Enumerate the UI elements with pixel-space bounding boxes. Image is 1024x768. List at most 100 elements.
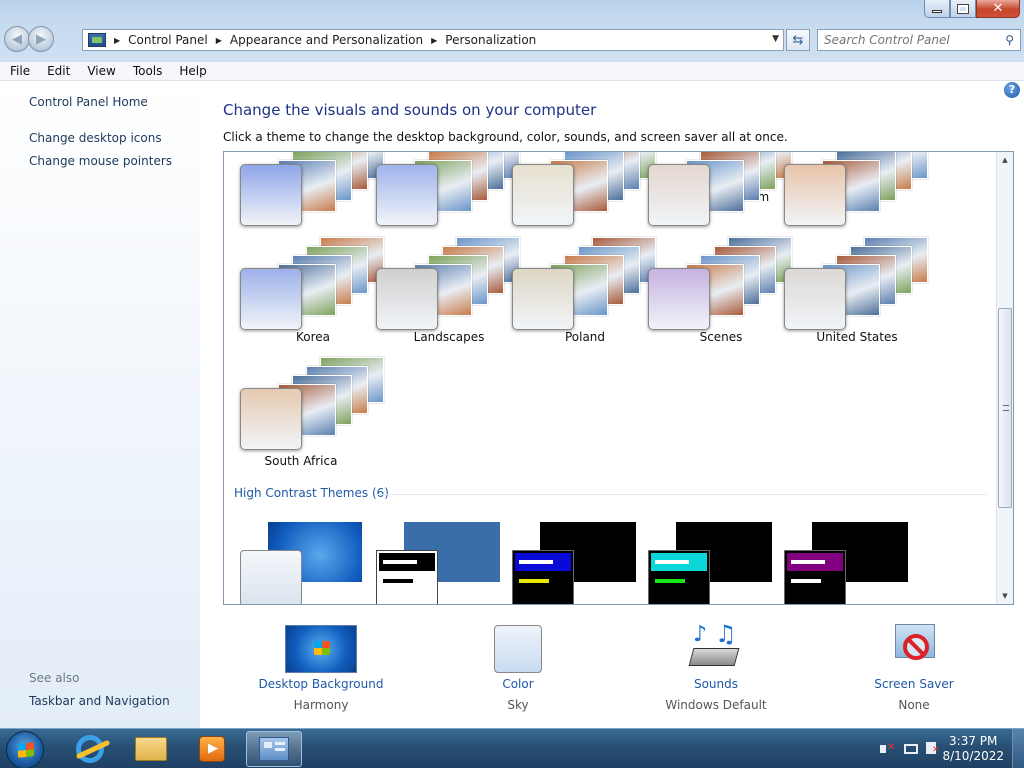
minimize-button[interactable] xyxy=(924,0,950,18)
screen-saver-link[interactable]: Screen Saver xyxy=(834,677,994,691)
breadcrumb-control-panel[interactable]: Control Panel xyxy=(128,33,208,47)
folder-icon xyxy=(135,737,167,761)
close-button[interactable]: ✕ xyxy=(976,0,1020,18)
theme-color-swatch xyxy=(376,164,438,226)
control-panel-icon xyxy=(259,737,289,761)
screen-saver-setting[interactable]: Screen Saver None xyxy=(834,622,994,712)
page-subtitle: Click a theme to change the desktop back… xyxy=(223,130,788,144)
color-value: Sky xyxy=(507,698,529,712)
theme-color-swatch xyxy=(648,268,710,330)
change-desktop-icons-link[interactable]: Change desktop icons xyxy=(29,131,162,145)
theme-tile[interactable]: United States xyxy=(784,236,928,356)
high-contrast-theme-1[interactable] xyxy=(512,522,636,604)
color-link[interactable]: Color xyxy=(438,677,598,691)
search-box[interactable]: ⚲ xyxy=(817,29,1021,51)
breadcrumb-separator-icon[interactable]: ▶ xyxy=(431,36,437,45)
address-dropdown-icon[interactable]: ▼ xyxy=(772,34,779,44)
theme-color-swatch xyxy=(240,388,302,450)
change-mouse-pointers-link[interactable]: Change mouse pointers xyxy=(29,154,172,168)
maximize-button[interactable] xyxy=(950,0,976,18)
screen-saver-icon xyxy=(889,622,939,673)
theme-label: Landscapes xyxy=(413,330,485,344)
scroll-grip-icon xyxy=(1003,405,1009,411)
theme-color-swatch xyxy=(512,268,574,330)
refresh-button[interactable]: ⇆ xyxy=(786,29,810,51)
theme-label: Scenes xyxy=(699,330,743,344)
system-tray: ✕ ✕ 3:37 PM 8/10/2022 xyxy=(864,729,1024,768)
navigation-buttons: ◀ ▶ xyxy=(4,26,54,52)
scroll-up-arrow-icon[interactable]: ▲ xyxy=(997,152,1013,168)
control-panel-home-link[interactable]: Control Panel Home xyxy=(29,95,148,109)
window-titlebar: ✕ ◀ ▶ ▶ Control Panel ▶ Appearance and P… xyxy=(0,0,1024,62)
theme-color-swatch xyxy=(648,164,710,226)
sounds-icon: ♪ ♫ xyxy=(688,620,743,673)
high-contrast-theme-2[interactable] xyxy=(376,522,500,604)
clock-time: 3:37 PM xyxy=(949,734,998,748)
taskbar-internet-explorer[interactable] xyxy=(62,731,118,767)
scroll-down-arrow-icon[interactable]: ▼ xyxy=(997,588,1013,604)
menu-view[interactable]: View xyxy=(77,64,122,78)
theme-tile[interactable]: Korea xyxy=(240,236,384,356)
theme-tile[interactable]: Landscapes xyxy=(376,236,520,356)
theme-tile[interactable]: Scenes xyxy=(648,236,792,356)
see-also-label: See also xyxy=(29,671,80,685)
desktop-background-setting[interactable]: Desktop Background Harmony xyxy=(241,622,401,712)
theme-label: Poland xyxy=(564,330,606,344)
window-controls: ✕ xyxy=(924,0,1020,18)
back-button[interactable]: ◀ xyxy=(4,26,30,52)
search-input[interactable] xyxy=(824,33,994,47)
theme-tile[interactable]: South Africa xyxy=(240,356,384,476)
close-icon: ✕ xyxy=(992,1,1004,16)
high-contrast-black-theme[interactable] xyxy=(648,522,772,604)
desktop-background-value: Harmony xyxy=(293,698,349,712)
menu-file[interactable]: File xyxy=(0,64,37,78)
sounds-link[interactable]: Sounds xyxy=(636,677,796,691)
scrollbar-thumb[interactable] xyxy=(998,308,1012,508)
breadcrumb-personalization[interactable]: Personalization xyxy=(445,33,536,47)
show-desktop-button[interactable] xyxy=(1012,729,1024,768)
volume-muted-icon[interactable]: ✕ xyxy=(880,742,895,756)
page-title: Change the visuals and sounds on your co… xyxy=(223,101,597,119)
theme-color-swatch xyxy=(512,164,574,226)
clock[interactable]: 3:37 PM 8/10/2022 xyxy=(942,734,1004,764)
search-icon[interactable]: ⚲ xyxy=(1005,33,1014,47)
color-setting[interactable]: Color Sky xyxy=(438,622,598,712)
help-icon[interactable]: ? xyxy=(1004,82,1020,98)
forward-button[interactable]: ▶ xyxy=(28,26,54,52)
theme-color-swatch xyxy=(240,268,302,330)
menu-edit[interactable]: Edit xyxy=(37,64,77,78)
start-button[interactable] xyxy=(6,731,44,768)
menu-help[interactable]: Help xyxy=(169,64,213,78)
breadcrumb: ▶ Control Panel ▶ Appearance and Persona… xyxy=(106,33,536,47)
screen-saver-value: None xyxy=(898,698,930,712)
color-swatch-icon xyxy=(494,625,542,673)
restore-icon xyxy=(957,3,969,14)
vertical-scrollbar[interactable]: ▲ ▼ xyxy=(996,152,1013,604)
network-icon[interactable] xyxy=(904,744,918,754)
taskbar-media-player[interactable]: ▶ xyxy=(184,731,240,767)
theme-label: Korea xyxy=(295,330,331,344)
theme-gallery: AustraliaCanadaCharactersUnited KingdomI… xyxy=(223,151,1014,605)
desktop-background-link[interactable]: Desktop Background xyxy=(241,677,401,691)
theme-color-swatch xyxy=(784,268,846,330)
theme-tile[interactable]: Poland xyxy=(512,236,656,356)
high-contrast-theme-basic[interactable] xyxy=(240,522,362,604)
sounds-setting[interactable]: ♪ ♫ Sounds Windows Default xyxy=(636,620,796,712)
action-center-icon[interactable]: ✕ xyxy=(926,742,940,756)
high-contrast-header[interactable]: High Contrast Themes (6) xyxy=(234,486,389,500)
section-divider xyxy=(376,494,986,495)
minimize-icon xyxy=(932,10,942,13)
menu-tools[interactable]: Tools xyxy=(123,64,170,78)
address-bar[interactable]: ▶ Control Panel ▶ Appearance and Persona… xyxy=(82,29,784,51)
taskbar-control-panel[interactable] xyxy=(246,731,302,767)
theme-label: South Africa xyxy=(264,454,338,468)
high-contrast-white-theme[interactable] xyxy=(784,522,908,604)
media-player-icon: ▶ xyxy=(199,736,225,762)
breadcrumb-separator-icon[interactable]: ▶ xyxy=(114,36,120,45)
breadcrumb-appearance[interactable]: Appearance and Personalization xyxy=(230,33,423,47)
forward-arrow-icon: ▶ xyxy=(36,31,46,47)
taskbar-windows-explorer[interactable] xyxy=(123,731,179,767)
taskbar-navigation-link[interactable]: Taskbar and Navigation xyxy=(29,694,170,708)
clock-date: 8/10/2022 xyxy=(942,749,1004,763)
breadcrumb-separator-icon[interactable]: ▶ xyxy=(216,36,222,45)
